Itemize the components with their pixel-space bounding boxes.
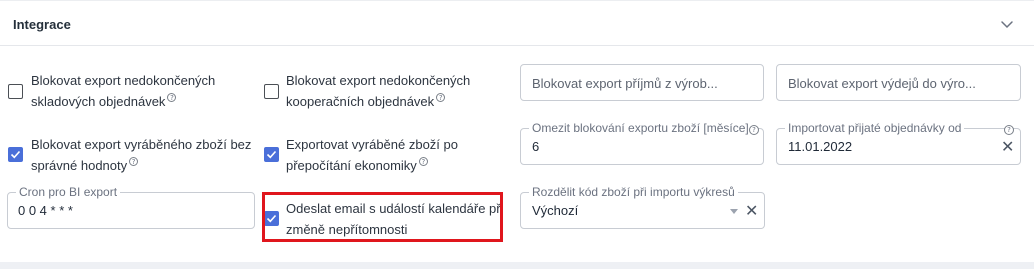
checkbox-box[interactable] <box>264 84 279 99</box>
help-circle-icon[interactable]: ? <box>129 157 139 166</box>
checkbox-label-line2: správné hodnoty <box>31 158 128 173</box>
field-placeholder: Blokovat export výdejů do výro... <box>788 76 976 91</box>
help-circle-icon[interactable]: ? <box>418 157 428 166</box>
panel-header[interactable]: Integrace <box>0 0 1034 46</box>
checkbox-label-line1: Blokovat export nedokončených <box>286 73 471 88</box>
checkbox-label-line1: Blokovat export vyráběného zboží bez <box>31 137 252 152</box>
caret-down-icon[interactable] <box>730 209 738 214</box>
help-circle-icon[interactable]: ? <box>167 93 177 102</box>
field-value: 0 0 4 * * * <box>18 203 73 218</box>
checkbox-box[interactable] <box>8 147 23 162</box>
highlight-box <box>262 192 503 242</box>
field-label: Cron pro BI export <box>16 185 121 199</box>
field-placeholder: Blokovat export příjmů z výrob... <box>532 76 718 91</box>
close-icon[interactable]: ✕ <box>745 204 758 220</box>
bottom-divider <box>0 262 1034 269</box>
checkbox-label-line1: Exportovat vyráběné zboží po <box>286 137 458 152</box>
help-circle-icon[interactable]: ? <box>1004 125 1014 135</box>
checkbox-box[interactable] <box>8 84 23 99</box>
field-value: 11.01.2022 <box>788 139 853 154</box>
check-icon <box>10 150 21 159</box>
limit-goods-export-input[interactable]: Omezit blokování exportu zboží [měsíce] … <box>520 121 764 165</box>
checkbox-label-line1: Blokovat export nedokončených <box>31 73 216 88</box>
help-circle-icon[interactable]: ? <box>749 125 759 135</box>
checkbox-label-line2: kooperačních objednávek <box>286 94 435 109</box>
field-label: Importovat přijaté objednávky od <box>785 121 965 135</box>
cron-bi-export-input[interactable]: Cron pro BI export 0 0 4 * * * <box>7 185 255 229</box>
split-code-select[interactable]: Rozdělit kód zboží při importu výkresů V… <box>520 185 765 229</box>
checkbox-label-line2: skladových objednávek <box>31 94 166 109</box>
block-expense-export-field[interactable]: Blokovat export výdejů do výro... <box>776 64 1021 101</box>
block-income-export-field[interactable]: Blokovat export příjmů z výrob... <box>520 64 764 101</box>
field-value: Výchozí <box>532 203 579 218</box>
help-circle-icon[interactable]: ? <box>436 93 446 102</box>
chevron-down-icon[interactable] <box>998 15 1016 33</box>
field-value: 6 <box>532 139 540 154</box>
check-icon <box>266 150 277 159</box>
close-icon[interactable]: ✕ <box>1001 140 1014 156</box>
checkbox-box[interactable] <box>264 147 279 162</box>
field-label: Rozdělit kód zboží při importu výkresů <box>529 185 738 199</box>
panel-title: Integrace <box>13 17 71 32</box>
checkbox-label-line2: přepočítání ekonomiky <box>286 158 417 173</box>
import-orders-date-input[interactable]: Importovat přijaté objednávky od ? 11.01… <box>776 121 1021 165</box>
field-label: Omezit blokování exportu zboží [měsíce] <box>529 121 752 135</box>
